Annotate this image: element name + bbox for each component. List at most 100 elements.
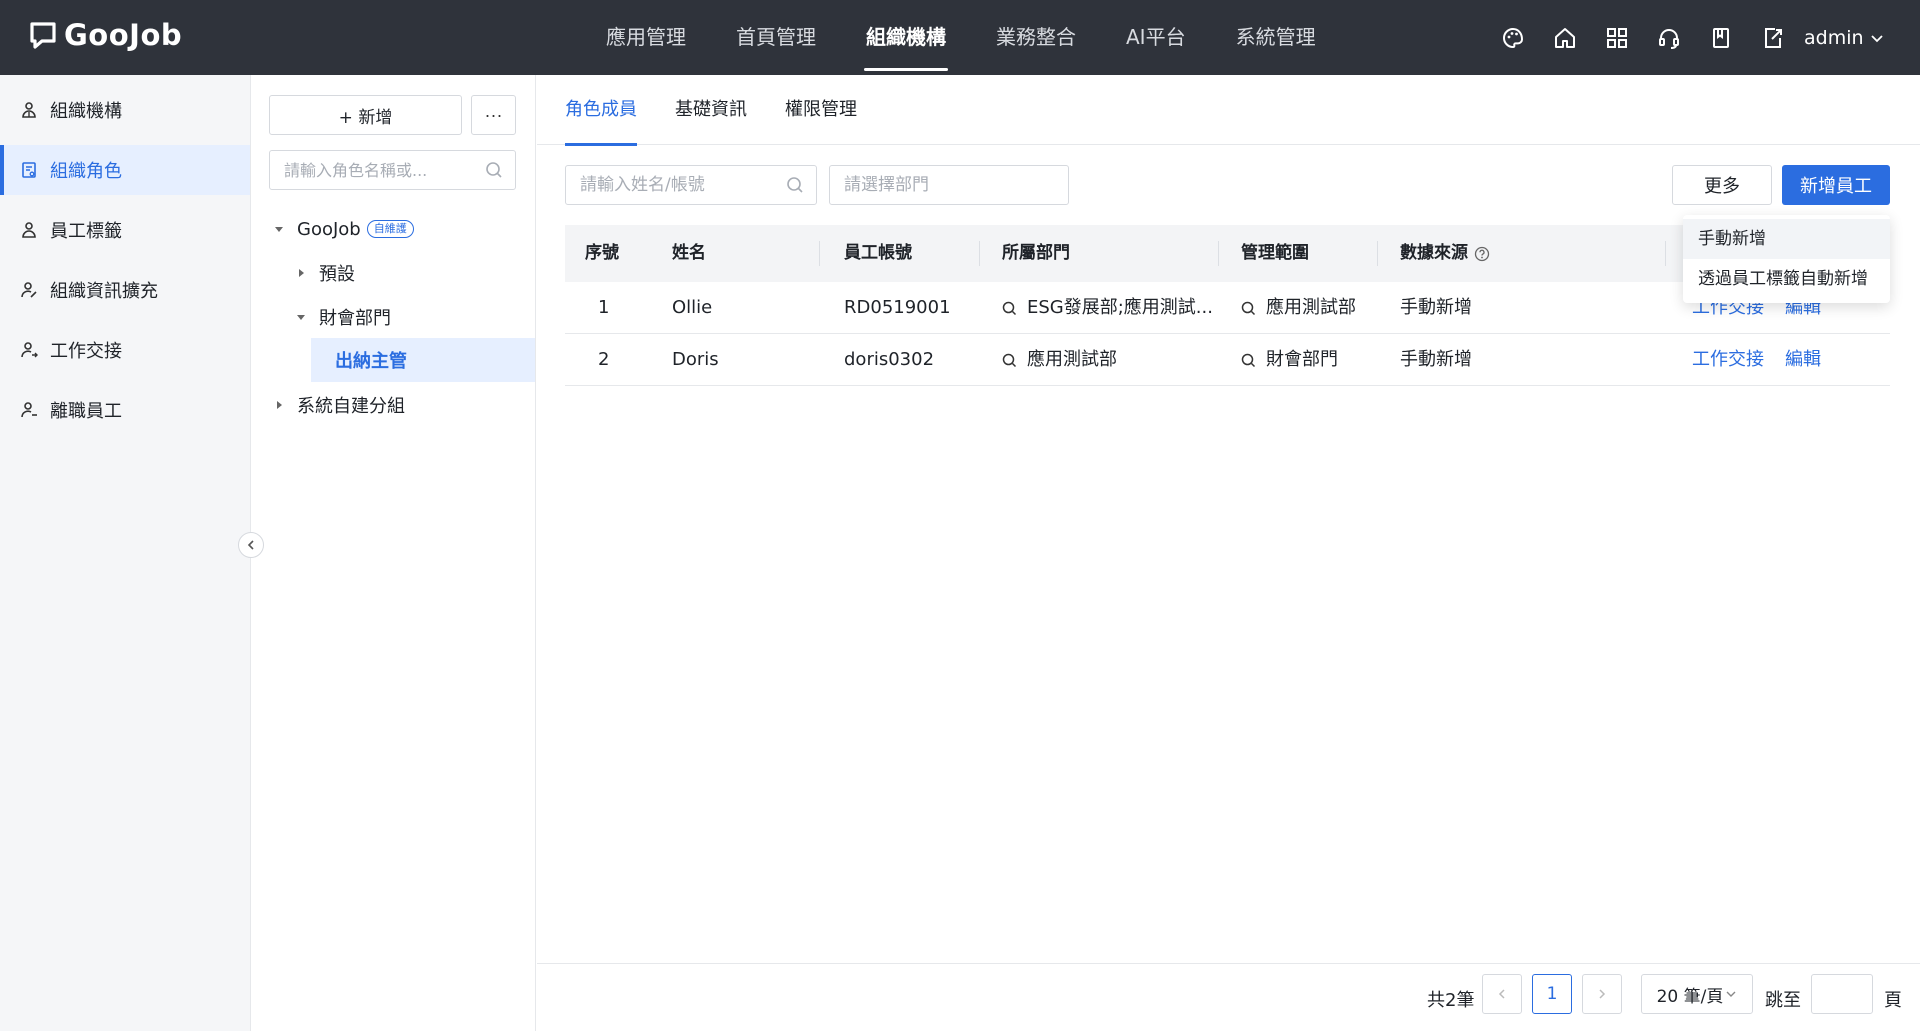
role-search-box: [269, 150, 516, 190]
cell-scope[interactable]: 財會部門: [1241, 334, 1338, 386]
sidebar-item-work-handover[interactable]: 工作交接: [0, 325, 250, 375]
role-icon: [20, 161, 38, 179]
sidebar-item-label: 組織角色: [50, 161, 122, 182]
search-icon: [1241, 353, 1256, 367]
next-page-button[interactable]: [1582, 974, 1622, 1014]
tree-node-finance-dept[interactable]: 財會部門: [251, 295, 535, 339]
tab-role-members[interactable]: 角色成員: [565, 75, 637, 146]
col-account: 員工帳號: [844, 243, 912, 263]
top-navigation: 應用管理 首頁管理 組織機構 業務整合 AI平台 系統管理: [586, 0, 1346, 75]
page-size-select[interactable]: 20 筆/頁: [1641, 974, 1753, 1014]
tree-node-label: 系統自建分組: [297, 396, 405, 417]
tree-node-goojob[interactable]: GooJob 自維護: [251, 207, 535, 251]
palette-icon[interactable]: [1500, 25, 1526, 51]
tab-basic-info[interactable]: 基礎資訊: [675, 75, 747, 145]
name-search-box: [565, 165, 817, 205]
cell-department[interactable]: 應用測試部: [1002, 334, 1212, 386]
role-tree-panel: + 新增 ··· GooJob 自維護 預設 財會部門 出納主管 系統自建分組: [251, 75, 536, 1031]
dropdown-item-manual-add[interactable]: 手動新增: [1683, 219, 1890, 259]
handover-icon: [20, 341, 38, 359]
tree-node-label: 預設: [319, 264, 355, 285]
user-edit-icon: [20, 281, 38, 299]
user-name: admin: [1804, 26, 1864, 49]
dropdown-item-auto-add-by-tag[interactable]: 透過員工標籤自動新增: [1683, 259, 1890, 299]
sidebar-item-resigned-employees[interactable]: 離職員工: [0, 385, 250, 435]
top-bar: GooJob 應用管理 首頁管理 組織機構 業務整合 AI平台 系統管理 adm…: [0, 0, 1920, 75]
tree-node-label: 出納主管: [335, 351, 407, 372]
total-count: 共2筆: [1427, 990, 1475, 1011]
cell-source: 手動新增: [1400, 349, 1472, 370]
prev-page-button[interactable]: [1482, 974, 1522, 1014]
sidebar-item-organization[interactable]: 組織機構: [0, 85, 250, 135]
page-number-button[interactable]: 1: [1532, 974, 1572, 1014]
topnav-business-integration[interactable]: 業務整合: [976, 0, 1096, 75]
cell-department[interactable]: ESG發展部;應用測試...: [1002, 282, 1212, 334]
help-circle-icon[interactable]: [1474, 246, 1490, 262]
add-role-button[interactable]: + 新增: [269, 95, 462, 135]
sidebar-item-employee-tags[interactable]: 員工標籤: [0, 205, 250, 255]
chevron-down-icon: [1870, 34, 1883, 42]
col-scope: 管理範圍: [1241, 243, 1309, 263]
tree-more-button[interactable]: ···: [471, 95, 516, 135]
caret-right-icon[interactable]: [271, 400, 287, 410]
sidebar-item-org-info-extension[interactable]: 組織資訊擴充: [0, 265, 250, 315]
chevron-right-icon: [1599, 989, 1606, 999]
more-button[interactable]: 更多: [1672, 165, 1772, 205]
caret-right-icon[interactable]: [293, 268, 309, 278]
chevron-down-icon: [1726, 991, 1736, 997]
col-source: 數據來源: [1400, 225, 1490, 282]
jump-to-page-input[interactable]: [1812, 975, 1872, 1013]
add-employee-button[interactable]: 新增員工: [1782, 165, 1890, 205]
column-divider: [1218, 241, 1219, 266]
topnav-ai-platform[interactable]: AI平台: [1106, 0, 1206, 75]
main-content: 角色成員 基礎資訊 權限管理 更多 新增員工 手動新增 透過員工標籤自動新增 序…: [537, 75, 1920, 1031]
sidebar-item-roles[interactable]: 組織角色: [0, 145, 250, 195]
search-icon[interactable]: [485, 161, 503, 179]
apps-grid-icon[interactable]: [1604, 25, 1630, 51]
sidebar-item-label: 離職員工: [50, 401, 122, 422]
brand-name: GooJob: [64, 18, 183, 52]
brand-logo[interactable]: GooJob: [28, 18, 182, 52]
tree-node-system-groups[interactable]: 系統自建分組: [251, 383, 535, 427]
caret-down-icon[interactable]: [271, 224, 287, 234]
cell-account: RD0519001: [844, 297, 951, 318]
left-sidebar: 組織機構 組織角色 員工標籤 組織資訊擴充 工作交接 離職員工: [0, 75, 251, 1031]
tree-node-cashier-supervisor[interactable]: 出納主管: [311, 338, 535, 382]
role-search-input[interactable]: [270, 151, 470, 189]
home-icon[interactable]: [1552, 25, 1578, 51]
tab-bar: 角色成員 基礎資訊 權限管理: [537, 75, 1920, 146]
topnav-app-management[interactable]: 應用管理: [586, 0, 706, 75]
headset-icon[interactable]: [1656, 25, 1682, 51]
cell-scope[interactable]: 應用測試部: [1241, 282, 1356, 334]
tag-user-icon: [20, 221, 38, 239]
top-icon-bar: admin: [1500, 0, 1884, 75]
topnav-home-management[interactable]: 首頁管理: [716, 0, 836, 75]
tab-permissions[interactable]: 權限管理: [785, 75, 857, 145]
resigned-icon: [20, 401, 38, 419]
search-icon: [1002, 353, 1017, 367]
sidebar-collapse-button[interactable]: [238, 532, 264, 558]
tree-node-default[interactable]: 預設: [251, 251, 535, 295]
cell-department-text: ESG發展部;應用測試...: [1027, 297, 1212, 318]
edit-link[interactable]: 編輯: [1785, 334, 1821, 386]
cell-scope-text: 應用測試部: [1266, 297, 1356, 318]
cell-seq: 1: [598, 297, 610, 318]
handover-link[interactable]: 工作交接: [1692, 334, 1764, 386]
search-icon[interactable]: [786, 176, 804, 194]
caret-down-icon[interactable]: [293, 312, 309, 322]
topnav-organization[interactable]: 組織機構: [846, 0, 966, 75]
department-select[interactable]: [829, 165, 1069, 205]
sidebar-item-label: 員工標籤: [50, 221, 122, 242]
user-menu[interactable]: admin: [1804, 27, 1884, 49]
search-icon: [1002, 301, 1017, 315]
sidebar-item-label: 工作交接: [50, 341, 122, 362]
book-icon[interactable]: [1708, 25, 1734, 51]
name-search-input[interactable]: [566, 166, 776, 204]
cell-account: doris0302: [844, 349, 935, 370]
department-select-input[interactable]: [830, 166, 1068, 204]
cell-name: Ollie: [672, 297, 713, 318]
col-seq: 序號: [585, 243, 619, 263]
page-unit-label: 頁: [1884, 990, 1902, 1011]
topnav-system-management[interactable]: 系統管理: [1216, 0, 1336, 75]
export-icon[interactable]: [1760, 25, 1786, 51]
